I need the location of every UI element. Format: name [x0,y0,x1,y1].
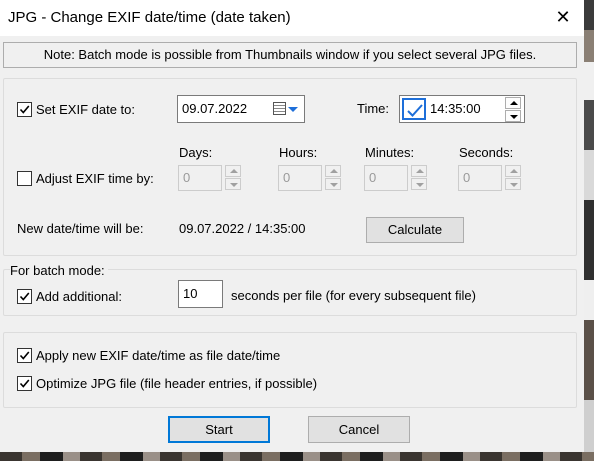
minutes-label: Minutes: [365,145,415,160]
cancel-button[interactable]: Cancel [308,416,410,443]
check-icon [407,104,423,117]
seconds-input[interactable]: 0 [458,165,502,191]
title-bar: JPG - Change EXIF date/time (date taken)… [0,0,584,36]
time-picker[interactable]: 14:35:00 [399,95,525,123]
time-down-arrow-icon[interactable] [505,110,521,122]
window-title: JPG - Change EXIF date/time (date taken) [8,9,291,26]
set-exif-date-label: Set EXIF date to: [36,102,135,117]
close-icon[interactable]: ✕ [548,3,578,31]
days-up-arrow-icon[interactable] [225,165,241,177]
new-datetime-label: New date/time will be: [17,221,144,236]
date-value: 09.07.2022 [182,101,248,116]
minutes-up-arrow-icon[interactable] [411,165,427,177]
optimize-jpg-checkbox[interactable] [17,376,32,391]
new-datetime-value: 09.07.2022 / 14:35:00 [179,221,306,236]
seconds-up-arrow-icon[interactable] [505,165,521,177]
days-input[interactable]: 0 [178,165,222,191]
checkmark-icon [19,379,30,388]
checkmark-icon [19,105,30,114]
time-up-arrow-icon[interactable] [505,97,521,109]
add-additional-label: Add additional: [36,289,123,304]
apply-file-date-label: Apply new EXIF date/time as file date/ti… [36,348,281,363]
hours-spinner[interactable] [325,165,341,191]
time-checkbox[interactable] [402,98,426,120]
days-down-arrow-icon[interactable] [225,178,241,190]
date-picker[interactable]: 09.07.2022 [177,95,305,123]
chevron-down-icon[interactable] [288,107,298,112]
seconds-per-file-label: seconds per file (for every subsequent f… [231,288,476,303]
days-spinner[interactable] [225,165,241,191]
optimize-jpg-label: Optimize JPG file (file header entries, … [36,376,318,391]
checkmark-icon [19,292,30,301]
days-label: Days: [179,145,213,160]
batch-note: Note: Batch mode is possible from Thumbn… [3,42,577,68]
calendar-icon[interactable] [273,102,286,115]
add-additional-checkbox[interactable] [17,289,32,304]
seconds-spinner[interactable] [505,165,521,191]
exif-date-dialog: JPG - Change EXIF date/time (date taken)… [0,0,584,452]
minutes-spinner[interactable] [411,165,427,191]
adjust-exif-time-label: Adjust EXIF time by: [36,171,154,186]
seconds-down-arrow-icon[interactable] [505,178,521,190]
background-photo-strip [584,0,594,461]
start-button[interactable]: Start [168,416,270,443]
apply-file-date-checkbox[interactable] [17,348,32,363]
seconds-label: Seconds: [459,145,514,160]
batch-mode-header: For batch mode: [10,263,108,278]
background-photo-strip-bottom [0,452,594,461]
adjust-exif-time-checkbox[interactable] [17,171,32,186]
checkmark-icon [19,351,30,360]
minutes-input[interactable]: 0 [364,165,408,191]
additional-seconds-input[interactable]: 10 [178,280,223,308]
hours-down-arrow-icon[interactable] [325,178,341,190]
time-spinner[interactable] [505,97,521,122]
minutes-down-arrow-icon[interactable] [411,178,427,190]
hours-input[interactable]: 0 [278,165,322,191]
options-group [3,332,577,408]
set-exif-date-checkbox[interactable] [17,102,32,117]
hours-up-arrow-icon[interactable] [325,165,341,177]
hours-label: Hours: [279,145,318,160]
time-label: Time: [357,101,390,116]
time-value[interactable]: 14:35:00 [430,96,481,122]
calculate-button[interactable]: Calculate [366,217,464,243]
